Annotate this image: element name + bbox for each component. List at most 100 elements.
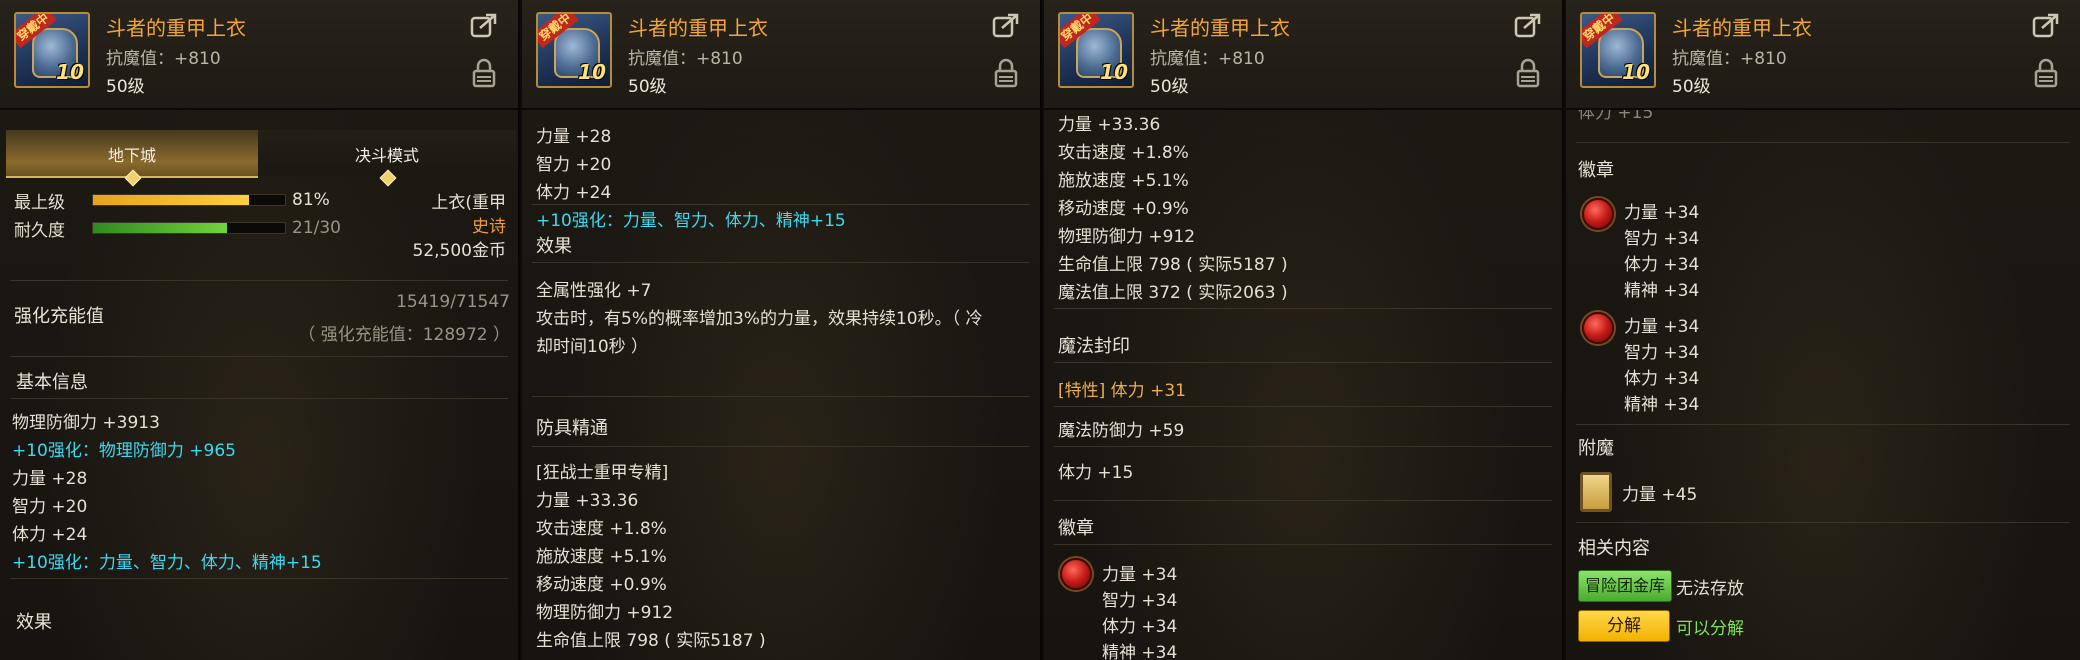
item-header: 穿戴中 10 斗者的重甲上衣 抗魔值：+810 50级 (522, 0, 1040, 110)
divider (532, 262, 1030, 263)
share-icon[interactable] (992, 12, 1020, 38)
rarity: 史诗 (472, 217, 506, 237)
enhance-level: 10 (1622, 60, 1650, 84)
divider (10, 356, 508, 357)
stat-line: 移动速度 +0.9% (536, 575, 667, 595)
stat-line: 生命值上限 798 ( 实际5187 ) (1058, 255, 1288, 275)
disassemble-button[interactable]: 分解 (1578, 610, 1670, 642)
adventure-storage-button[interactable]: 冒险团金库 (1578, 570, 1673, 602)
divider (10, 578, 508, 579)
item-level: 50级 (1672, 77, 1711, 97)
item-name: 斗者的重甲上衣 (628, 16, 768, 40)
enhance-level: 10 (56, 60, 84, 84)
tooltip-body: 地下城 决斗模式 最上级 81% 耐久度 21/30 上衣(重甲 史诗 52,5… (0, 108, 518, 660)
stat-line: 移动速度 +0.9% (1058, 199, 1189, 219)
divider (1576, 142, 2070, 143)
seal-special: [特性] 体力 +31 (1058, 381, 1186, 401)
storage-note: 无法存放 (1676, 579, 1744, 599)
share-icon[interactable] (470, 12, 498, 38)
durability-bar-fill (93, 223, 228, 233)
divider (532, 446, 1030, 447)
lock-icon[interactable] (472, 58, 496, 88)
item-level: 50级 (1150, 77, 1189, 97)
stat-line: 力量 +33.36 (536, 491, 639, 511)
stat-line: 攻击速度 +1.8% (536, 519, 667, 539)
stat-line: 智力 +20 (536, 155, 612, 175)
item-icon[interactable]: 穿戴中 10 (1058, 12, 1134, 88)
stat-line: +10强化：物理防御力 +965 (12, 441, 236, 461)
tab-dungeon[interactable]: 地下城 (6, 130, 258, 187)
stat-line: 魔法值上限 372 ( 实际2063 ) (1058, 283, 1288, 303)
grade-bar-fill (93, 195, 249, 205)
enchant-line: 力量 +45 (1622, 485, 1698, 505)
stat-line: 全属性强化 +7 (536, 281, 652, 301)
item-magic-defense: 抗魔值：+810 (1672, 49, 1787, 69)
stat-line: 体力 +24 (536, 183, 612, 203)
stat-line: 施放速度 +5.1% (536, 547, 667, 567)
stat-line: +10强化：力量、智力、体力、精神+15 (12, 553, 322, 573)
item-header: 穿戴中 10 斗者的重甲上衣 抗魔值：+810 50级 (0, 0, 518, 110)
enchant-card-icon (1580, 472, 1612, 512)
tooltip-body: 力量 +33.36 攻击速度 +1.8% 施放速度 +5.1% 移动速度 +0.9% 物… (1044, 108, 1562, 660)
divider (10, 398, 508, 399)
disassemble-note: 可以分解 (1676, 619, 1744, 639)
tooltip-body: 体力 +15 徽章 力量 +34 智力 +34 体力 +34 精神 +34 力量 +3… (1566, 103, 2080, 660)
stat-line: 力量 +28 (12, 469, 88, 489)
item-icon[interactable]: 穿戴中 10 (536, 12, 612, 88)
item-header: 穿戴中 10 斗者的重甲上衣 抗魔值：+810 50级 (1044, 0, 1562, 110)
red-emblem-icon (1582, 198, 1614, 230)
charge-value: 15419/71547 (396, 292, 510, 312)
share-icon[interactable] (2032, 12, 2060, 38)
stat-line: 物理防御力 +912 (1058, 227, 1196, 247)
divider (1054, 406, 1552, 407)
seal-title: 魔法封印 (1058, 336, 1130, 357)
charge-note: （ 强化充能值：128972 ） (298, 325, 510, 345)
lock-icon[interactable] (2034, 58, 2058, 88)
mastery-title: 防具精通 (536, 418, 608, 439)
stat-line: 智力 +34 (1624, 229, 1700, 249)
divider (532, 204, 1030, 205)
grade-bar (92, 194, 286, 206)
stat-line: 施放速度 +5.1% (1058, 171, 1189, 191)
stat-line: +10强化：力量、智力、体力、精神+15 (536, 211, 846, 231)
item-name: 斗者的重甲上衣 (1150, 16, 1290, 40)
stat-line: 精神 +34 (1624, 281, 1700, 301)
stat-line: 体力 +24 (12, 525, 88, 545)
seal-line: 体力 +15 (1058, 463, 1134, 483)
item-magic-defense: 抗魔值：+810 (1150, 49, 1265, 69)
tooltip-panel-1: 穿戴中 10 斗者的重甲上衣 抗魔值：+810 50级 地下城 决斗模式 最上级… (0, 0, 520, 660)
tab-label: 地下城 (107, 146, 156, 165)
share-icon[interactable] (1514, 12, 1542, 38)
effect-title: 效果 (536, 236, 572, 257)
stat-line: 精神 +34 (1624, 395, 1700, 415)
divider (1054, 362, 1552, 363)
stat-line: 攻击时，有5%的概率增加3%的力量，效果持续10秒。（ 冷 (536, 309, 983, 329)
item-icon[interactable]: 穿戴中 10 (14, 12, 90, 88)
tooltip-panel-2: 穿戴中 10 斗者的重甲上衣 抗魔值：+810 50级 力量 +28 智力 +20… (522, 0, 1042, 660)
stat-line: 智力 +20 (12, 497, 88, 517)
tab-label: 决斗模式 (354, 146, 419, 165)
emblem-title: 徽章 (1578, 160, 1614, 181)
stat-line: 物理防御力 +912 (536, 603, 674, 623)
stat-line: 力量 +34 (1102, 565, 1178, 585)
grade-label: 最上级 (14, 193, 65, 213)
stat-line: 力量 +34 (1624, 317, 1700, 337)
divider (1576, 522, 2070, 523)
stat-line: 体力 +34 (1624, 255, 1700, 275)
emblem-title: 徽章 (1058, 518, 1094, 539)
lock-icon[interactable] (994, 58, 1018, 88)
tooltip-panel-3: 穿戴中 10 斗者的重甲上衣 抗魔值：+810 50级 力量 +33.36 攻击速… (1044, 0, 1564, 660)
divider (1054, 308, 1552, 309)
item-icon[interactable]: 穿戴中 10 (1580, 12, 1656, 88)
stat-line: 体力 +34 (1624, 369, 1700, 389)
lock-icon[interactable] (1516, 58, 1540, 88)
tab-pvp[interactable]: 决斗模式 (258, 130, 516, 187)
stat-line: 却时间10秒 ） (536, 337, 649, 357)
divider (1576, 424, 2070, 425)
item-type: 上衣(重甲 (431, 193, 506, 213)
stat-line: [狂战士重甲专精] (536, 463, 669, 483)
enhance-level: 10 (578, 60, 606, 84)
stat-line: 力量 +33.36 (1058, 115, 1161, 135)
stat-line: 精神 +34 (1102, 643, 1178, 660)
stat-line: 物理防御力 +3913 (12, 413, 160, 433)
